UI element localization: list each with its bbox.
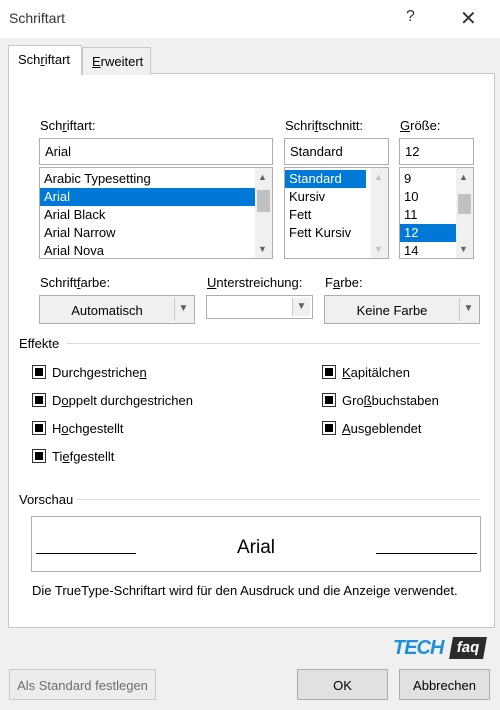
font-list[interactable]: Arabic Typesetting Arial Arial Black Ari… [39, 167, 273, 259]
logo-text-right: faq [449, 637, 487, 659]
scroll-up-icon[interactable]: ▲ [459, 172, 468, 182]
checkbox-label: Ausgeblendet [342, 421, 422, 436]
font-label: Schriftart: [40, 118, 96, 133]
checkbox-label: Hochgestellt [52, 421, 124, 436]
divider [76, 499, 480, 500]
list-item[interactable]: Arial Nova [40, 242, 272, 258]
tab-erweitert[interactable]: Erweitert [82, 47, 151, 75]
font-color-select[interactable]: Automatisch ▼ [39, 295, 195, 324]
scroll-up-icon[interactable]: ▲ [374, 172, 383, 182]
font-color-value: Automatisch [71, 303, 143, 318]
checkbox-ausgeblendet[interactable] [322, 421, 336, 435]
scroll-down-icon[interactable]: ▼ [258, 244, 267, 254]
size-scrollbar[interactable]: ▲ ▼ [456, 168, 473, 258]
checkbox-grossbuchstaben[interactable] [322, 393, 336, 407]
checkbox-kapitaelchen[interactable] [322, 365, 336, 379]
preview-description: Die TrueType-Schriftart wird für den Aus… [32, 583, 458, 598]
underline-color-select[interactable]: Keine Farbe ▼ [324, 295, 480, 324]
list-item[interactable]: Arial Narrow [40, 224, 272, 242]
help-icon[interactable]: ? [406, 8, 415, 26]
list-item[interactable]: Arabic Typesetting [40, 170, 272, 188]
window-title: Schriftart [9, 10, 66, 26]
scroll-thumb[interactable] [257, 190, 270, 212]
list-item[interactable]: Arial Black [40, 206, 272, 224]
chevron-down-icon[interactable]: ▼ [292, 298, 310, 316]
preview-label: Vorschau [19, 492, 74, 507]
checkbox-label: Tiefgestellt [52, 449, 115, 464]
close-icon[interactable]: ✕ [460, 6, 477, 31]
checkbox-label: Großbuchstaben [342, 393, 439, 408]
checkbox-doppelt-durchgestrichen[interactable] [32, 393, 46, 407]
checkbox-durchgestrichen[interactable] [32, 365, 46, 379]
underline-select[interactable]: ▼ [206, 295, 313, 319]
scroll-down-icon[interactable]: ▼ [459, 244, 468, 254]
style-list[interactable]: Standard Kursiv Fett Fett Kursiv ▲ ▼ [284, 167, 389, 259]
scroll-down-icon[interactable]: ▼ [374, 244, 383, 254]
cancel-button[interactable]: Abbrechen [399, 669, 490, 700]
preview-box: Arial [31, 516, 481, 572]
techfaq-logo: TECH faq [393, 635, 489, 663]
logo-text-left: TECH [393, 637, 444, 659]
preview-sample: Arial [236, 537, 275, 558]
underline-color-label: Farbe: [325, 275, 363, 290]
tab-schriftart[interactable]: Schriftart [8, 45, 82, 75]
chevron-down-icon[interactable]: ▼ [174, 298, 192, 321]
chevron-down-icon[interactable]: ▼ [459, 298, 477, 321]
size-input[interactable]: 12 [399, 138, 474, 165]
checkbox-hochgestellt[interactable] [32, 421, 46, 435]
set-default-button[interactable]: Als Standard festlegen [9, 669, 156, 700]
style-input[interactable]: Standard [284, 138, 389, 165]
underline-color-value: Keine Farbe [356, 303, 428, 318]
font-color-label: Schriftfarbe: [40, 275, 111, 290]
size-label: Größe: [400, 118, 441, 133]
list-item[interactable]: 12 [400, 224, 456, 242]
ok-button[interactable]: OK [297, 669, 388, 700]
checkbox-tiefgestellt[interactable] [32, 449, 46, 463]
font-input[interactable]: Arial [39, 138, 273, 165]
baseline-right [376, 553, 477, 554]
checkbox-label: Durchgestrichen [52, 365, 147, 380]
scroll-up-icon[interactable]: ▲ [258, 172, 267, 182]
list-item[interactable]: Standard [285, 170, 366, 188]
underline-label: Unterstreichung: [207, 275, 303, 290]
size-list[interactable]: 9 10 11 12 14 ▲ ▼ [399, 167, 474, 259]
style-scrollbar[interactable]: ▲ ▼ [371, 168, 388, 258]
checkbox-label: Kapitälchen [342, 365, 410, 380]
divider [66, 343, 480, 344]
list-item[interactable]: Arial [40, 188, 272, 206]
checkbox-label: Doppelt durchgestrichen [52, 393, 193, 408]
style-label: Schriftschnitt: [285, 118, 364, 133]
title-bar [0, 0, 500, 38]
font-scrollbar[interactable]: ▲ ▼ [255, 168, 272, 258]
scroll-thumb[interactable] [458, 194, 471, 214]
effects-label: Effekte [19, 336, 60, 351]
